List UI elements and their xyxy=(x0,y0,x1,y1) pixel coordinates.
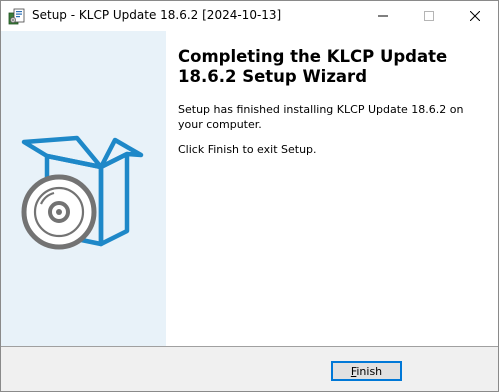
wizard-footer: Finish xyxy=(1,347,498,391)
wizard-content: Completing the KLCP Update 18.6.2 Setup … xyxy=(166,31,498,346)
finish-button[interactable]: Finish xyxy=(331,361,402,381)
minimize-button[interactable] xyxy=(360,1,406,31)
setup-wizard-window: Setup - KLCP Update 18.6.2 [2024-10-13] xyxy=(0,0,499,392)
finished-message: Setup has finished installing KLCP Updat… xyxy=(178,103,464,131)
open-box-with-disc-illustration xyxy=(21,135,144,250)
maximize-icon xyxy=(424,11,434,21)
minimize-icon xyxy=(378,15,388,17)
window-title: Setup - KLCP Update 18.6.2 [2024-10-13] xyxy=(32,8,282,22)
wizard-banner xyxy=(1,31,166,346)
finish-button-label: inish xyxy=(356,365,383,378)
title-bar[interactable]: Setup - KLCP Update 18.6.2 [2024-10-13] xyxy=(1,1,498,31)
close-button[interactable] xyxy=(452,1,498,31)
close-icon xyxy=(470,11,480,21)
page-title: Completing the KLCP Update 18.6.2 Setup … xyxy=(178,47,448,86)
setup-installer-icon[interactable] xyxy=(8,7,26,25)
exit-instruction: Click Finish to exit Setup. xyxy=(178,143,317,156)
maximize-button[interactable] xyxy=(406,1,452,31)
